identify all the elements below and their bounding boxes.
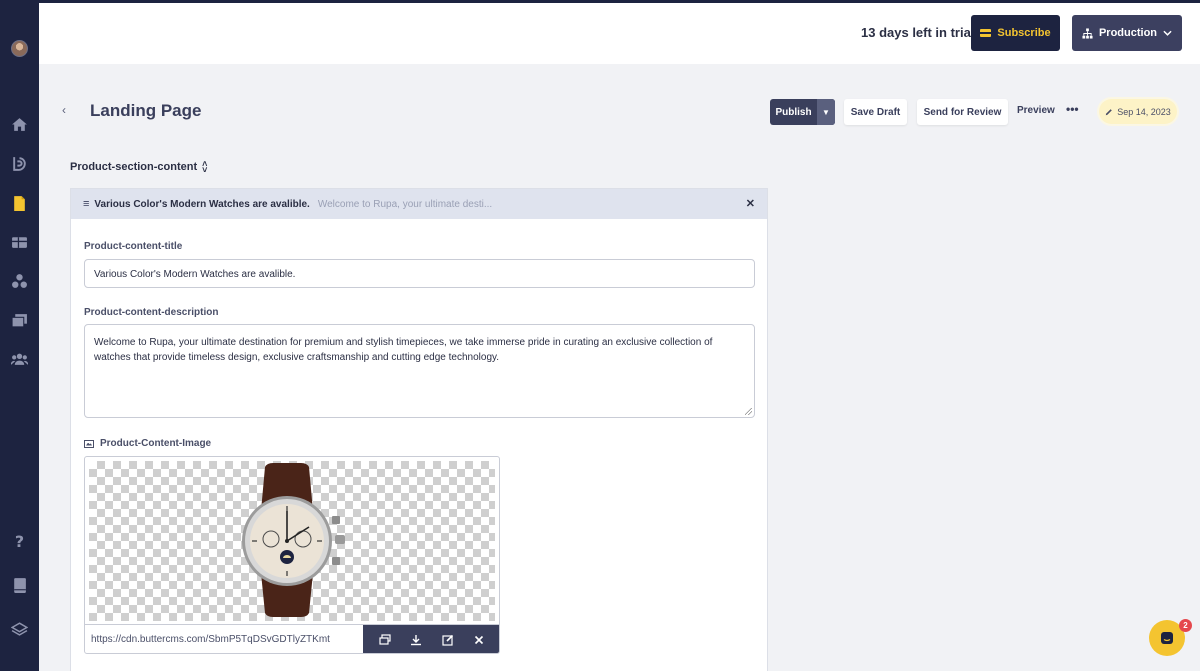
page-title: Landing Page bbox=[90, 101, 202, 120]
sitemap-icon bbox=[1082, 27, 1093, 39]
image-url-row: https://cdn.buttercms.com/SbmP5TqDSvGDTl… bbox=[85, 624, 499, 653]
date-badge-text: Sep 14, 2023 bbox=[1117, 106, 1171, 117]
sort-updown-icon: ˄ ˅ bbox=[202, 159, 208, 175]
title-field-label: Product-content-title bbox=[84, 241, 183, 252]
description-textarea[interactable]: Welcome to Rupa, your ultimate destinati… bbox=[84, 324, 755, 418]
drag-handle-icon[interactable]: ≡ bbox=[83, 198, 89, 210]
card-header[interactable]: ≡ Various Color's Modern Watches are ava… bbox=[71, 189, 767, 219]
docs-icon[interactable] bbox=[10, 576, 29, 595]
chat-unread-badge: 2 bbox=[1179, 619, 1192, 632]
layers-icon[interactable] bbox=[10, 619, 29, 638]
chat-icon bbox=[1161, 632, 1173, 644]
card-preview-text: Welcome to Rupa, your ultimate desti... bbox=[317, 198, 493, 210]
collections-icon[interactable] bbox=[10, 233, 29, 252]
title-input[interactable]: Various Color's Modern Watches are avali… bbox=[84, 259, 755, 288]
image-field-label-text: Product-Content-Image bbox=[100, 438, 212, 449]
description-text: Welcome to Rupa, your ultimate destinati… bbox=[94, 337, 713, 363]
home-icon[interactable] bbox=[10, 115, 29, 134]
section-label: Product-section-content bbox=[70, 161, 198, 173]
help-icon[interactable]: ? bbox=[10, 531, 29, 550]
pages-icon[interactable] bbox=[10, 194, 29, 213]
publish-label: Publish bbox=[775, 106, 812, 118]
sidebar: ? bbox=[0, 3, 39, 671]
description-field-label: Product-content-description bbox=[84, 307, 219, 318]
edit-icon[interactable] bbox=[437, 629, 459, 651]
more-options-icon[interactable]: ••• bbox=[1066, 102, 1079, 116]
subscribe-label: Subscribe bbox=[997, 27, 1051, 39]
image-preview[interactable] bbox=[89, 461, 495, 621]
components-icon[interactable] bbox=[10, 272, 29, 291]
resize-grip-icon[interactable] bbox=[745, 408, 752, 415]
blog-icon[interactable] bbox=[10, 154, 29, 173]
image-field-label: Product-Content-Image bbox=[84, 438, 211, 449]
content-card: ≡ Various Color's Modern Watches are ava… bbox=[70, 188, 768, 671]
top-header: 13 days left in trial Subscribe Producti… bbox=[39, 3, 1200, 64]
avatar[interactable] bbox=[11, 40, 28, 57]
media-icon[interactable] bbox=[10, 311, 29, 330]
remove-image-icon[interactable] bbox=[468, 629, 490, 651]
trial-status: 13 days left in trial bbox=[861, 25, 975, 40]
environment-dropdown[interactable]: Production bbox=[1072, 15, 1182, 51]
publish-button[interactable]: Publish ▼ bbox=[770, 99, 835, 125]
download-icon[interactable] bbox=[405, 629, 427, 651]
users-icon[interactable] bbox=[10, 350, 29, 369]
close-icon[interactable]: ✕ bbox=[746, 197, 755, 210]
svg-text:?: ? bbox=[15, 532, 24, 549]
image-icon bbox=[84, 439, 94, 448]
section-selector[interactable]: Product-section-content ˄ ˅ bbox=[70, 159, 208, 175]
image-url[interactable]: https://cdn.buttercms.com/SbmP5TqDSvGDTl… bbox=[85, 625, 363, 653]
environment-label: Production bbox=[1098, 27, 1158, 39]
send-for-review-button[interactable]: Send for Review bbox=[917, 99, 1008, 125]
preview-button[interactable]: Preview bbox=[1017, 105, 1055, 116]
credit-card-icon bbox=[980, 29, 992, 37]
date-badge[interactable]: Sep 14, 2023 bbox=[1099, 99, 1177, 124]
chevron-down-icon bbox=[1163, 30, 1172, 36]
save-draft-button[interactable]: Save Draft bbox=[844, 99, 907, 125]
back-chevron-icon[interactable]: ‹ bbox=[62, 103, 66, 117]
subscribe-button[interactable]: Subscribe bbox=[971, 15, 1060, 51]
publish-dropdown-caret-icon[interactable]: ▼ bbox=[817, 99, 835, 125]
image-actions-toolbar bbox=[363, 625, 499, 653]
pencil-icon bbox=[1106, 108, 1113, 115]
image-field: https://cdn.buttercms.com/SbmP5TqDSvGDTl… bbox=[84, 456, 500, 654]
watch-image bbox=[242, 463, 345, 617]
media-library-icon[interactable] bbox=[374, 629, 396, 651]
card-title: Various Color's Modern Watches are avali… bbox=[94, 198, 310, 210]
